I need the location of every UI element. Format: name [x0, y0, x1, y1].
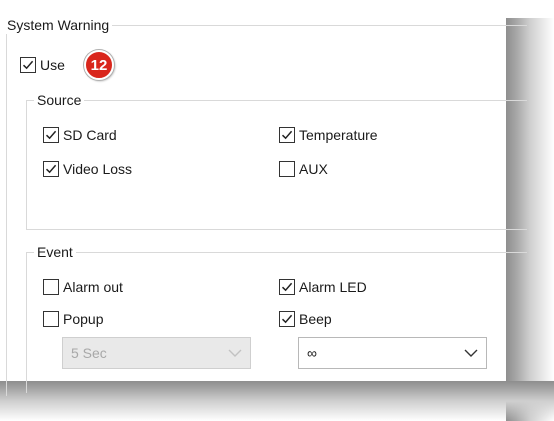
beep-checkbox[interactable] — [279, 311, 295, 327]
popup-duration-value: 5 Sec — [71, 345, 107, 361]
video-loss-label: Video Loss — [63, 161, 133, 177]
event-beep[interactable]: Beep — [279, 309, 332, 329]
event-alarm-out[interactable]: Alarm out — [43, 277, 123, 297]
sd-card-checkbox[interactable] — [43, 127, 59, 143]
system-warning-title: System Warning — [4, 16, 113, 34]
aux-label: AUX — [299, 161, 328, 177]
chevron-down-icon — [228, 349, 242, 357]
beep-duration-value: ∞ — [307, 345, 317, 361]
temperature-label: Temperature — [299, 127, 378, 143]
temperature-checkbox[interactable] — [279, 127, 295, 143]
beep-label: Beep — [299, 311, 332, 327]
beep-duration-select[interactable]: ∞ — [298, 337, 487, 369]
source-sd-card[interactable]: SD Card — [43, 125, 117, 145]
alarm-led-label: Alarm LED — [299, 279, 367, 295]
use-checkbox[interactable] — [20, 57, 36, 73]
source-title: Source — [34, 91, 85, 109]
system-warning-panel: System Warning Use 12 Source SD Card Tem… — [0, 0, 527, 396]
use-label: Use — [40, 57, 65, 73]
event-popup[interactable]: Popup — [43, 309, 103, 329]
event-title: Event — [34, 243, 76, 261]
step-number-badge: 12 — [84, 50, 114, 80]
source-video-loss[interactable]: Video Loss — [43, 159, 132, 179]
alarm-out-label: Alarm out — [63, 279, 123, 295]
alarm-out-checkbox[interactable] — [43, 279, 59, 295]
popup-duration-select: 5 Sec — [62, 337, 251, 369]
source-temperature[interactable]: Temperature — [279, 125, 378, 145]
event-alarm-led[interactable]: Alarm LED — [279, 277, 367, 297]
popup-label: Popup — [63, 311, 104, 327]
chevron-down-icon — [464, 349, 478, 357]
source-aux[interactable]: AUX — [279, 159, 328, 179]
video-loss-checkbox[interactable] — [43, 161, 59, 177]
aux-checkbox[interactable] — [279, 161, 295, 177]
alarm-led-checkbox[interactable] — [279, 279, 295, 295]
sd-card-label: SD Card — [63, 127, 117, 143]
use-checkbox-row[interactable]: Use — [20, 55, 65, 75]
popup-checkbox[interactable] — [43, 311, 59, 327]
